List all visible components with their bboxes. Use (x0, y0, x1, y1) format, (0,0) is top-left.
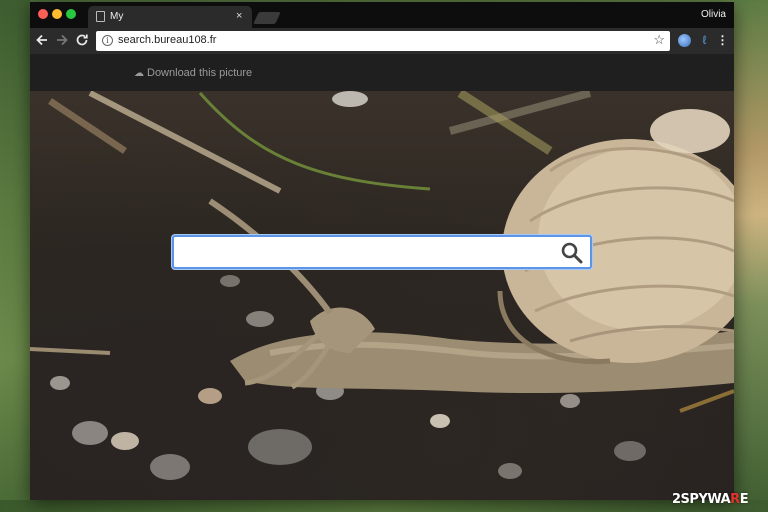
page-icon (96, 11, 105, 22)
search-input[interactable] (182, 241, 562, 265)
tab-active[interactable]: My × (88, 6, 252, 28)
page-header: ☁ Download this picture (30, 54, 734, 91)
new-tab-button[interactable] (253, 12, 281, 24)
desktop-background-left (0, 0, 30, 512)
close-window-button[interactable] (38, 9, 48, 19)
desktop-background-bottom (0, 500, 768, 512)
desktop-background-right (734, 0, 768, 512)
watermark-main: SPYWA (680, 492, 731, 507)
browser-menu-icon[interactable]: ⋮ (716, 34, 729, 47)
cloud-download-icon: ☁ (134, 68, 144, 79)
watermark-prefix: 2 (672, 492, 681, 507)
site-watermark-logo: 2SPYWARE (672, 492, 749, 507)
watermark-accent: R (730, 492, 740, 507)
url-text[interactable]: search.bureau108.fr (118, 34, 216, 46)
search-box[interactable] (172, 235, 592, 269)
web-page: ☁ Download this picture (30, 54, 734, 500)
address-bar[interactable]: i search.bureau108.fr ☆ (96, 31, 670, 51)
download-picture-label: Download this picture (147, 67, 253, 79)
minimize-window-button[interactable] (52, 9, 62, 19)
reload-icon[interactable] (74, 32, 90, 48)
browser-window: My × Olivia i search.bureau108.fr ☆ ℓ ⋮ … (30, 2, 734, 500)
browser-toolbar: i search.bureau108.fr ☆ ℓ ⋮ (30, 28, 734, 54)
tab-strip: My × Olivia (30, 2, 734, 28)
maximize-window-button[interactable] (66, 9, 76, 19)
profile-button[interactable]: Olivia (701, 9, 726, 20)
watermark-suffix: E (739, 492, 749, 507)
magnifier-search-icon[interactable] (560, 241, 584, 265)
background-photo (30, 91, 734, 500)
info-icon[interactable]: i (102, 35, 113, 46)
bookmark-star-icon[interactable]: ☆ (653, 32, 665, 48)
extension-leaf-icon[interactable]: ℓ (698, 34, 711, 47)
back-arrow-icon[interactable] (34, 32, 50, 48)
snail-photo-illustration (30, 91, 734, 480)
extension-globe-icon[interactable] (678, 34, 691, 47)
forward-arrow-icon[interactable] (54, 32, 70, 48)
tab-title: My (110, 11, 124, 22)
download-picture-link[interactable]: ☁ Download this picture (134, 67, 252, 79)
tab-close-icon[interactable]: × (236, 10, 242, 22)
